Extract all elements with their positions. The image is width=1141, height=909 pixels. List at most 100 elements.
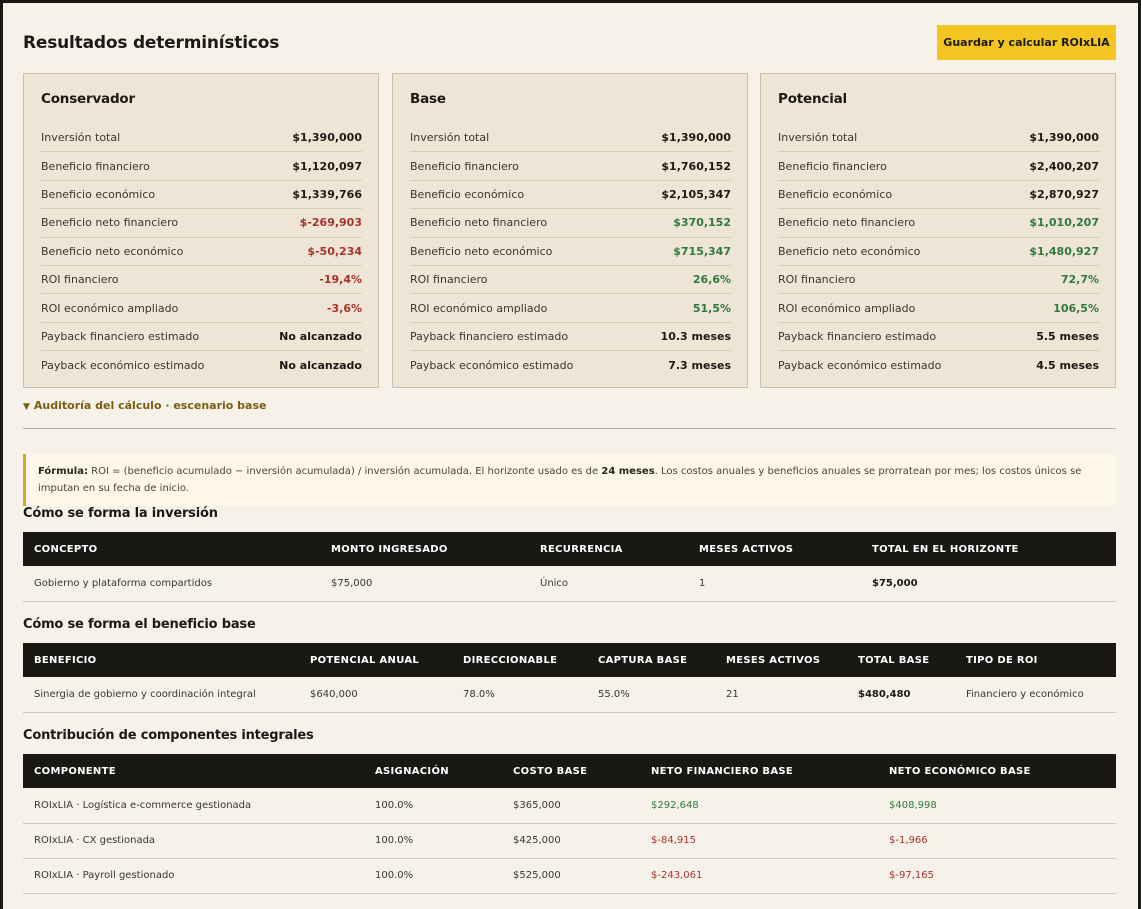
table-cell: $408,998 [878, 788, 1116, 824]
metric-label: Beneficio neto financiero [778, 216, 916, 230]
column-header: MESES ACTIVOS [715, 643, 847, 677]
components-section-title: Contribución de componentes integrales [23, 728, 314, 743]
audit-toggle[interactable]: ▼ Auditoría del cálculo · escenario base [23, 399, 266, 412]
metric-row: Beneficio neto financiero $1,010,207 [778, 209, 1099, 238]
metric-row: Beneficio financiero $1,760,152 [410, 152, 731, 181]
metric-value: $1,390,000 [661, 131, 731, 145]
table-cell: 1 [688, 566, 861, 602]
metric-row: ROI económico ampliado 51,5% [410, 294, 731, 323]
scenario-card-conservador: Conservador Inversión total $1,390,000 Be… [23, 73, 379, 388]
investment-section-title: Cómo se forma la inversión [23, 506, 218, 521]
column-header: COSTO BASE [502, 754, 640, 788]
table-cell: ROIxLIA · CX gestionada [23, 823, 364, 859]
table-cell: $480,480 [847, 677, 955, 713]
metric-row: Beneficio neto económico $1,480,927 [778, 238, 1099, 266]
metric-value: 7.3 meses [668, 358, 731, 372]
column-header: ASIGNACIÓN [364, 754, 502, 788]
metric-label: Inversión total [41, 131, 121, 145]
triangle-down-icon: ▼ [23, 402, 30, 412]
metric-label: ROI financiero [778, 273, 856, 287]
metric-row: Payback económico estimado 4.5 meses [778, 351, 1099, 379]
metric-label: ROI financiero [410, 273, 488, 287]
column-header: NETO ECONÓMICO BASE [878, 754, 1116, 788]
metric-row: Inversión total $1,390,000 [41, 124, 362, 153]
metric-value: $1,339,766 [292, 187, 362, 201]
metric-row: Beneficio neto económico $-50,234 [41, 238, 362, 266]
scenario-title: Conservador [41, 91, 135, 107]
metric-value: $370,152 [673, 216, 731, 230]
scenario-title: Potencial [778, 91, 847, 107]
scenario-title: Base [410, 91, 446, 107]
metric-row: Payback financiero estimado 5.5 meses [778, 323, 1099, 352]
benefit-table: BENEFICIO POTENCIAL ANUAL DIRECCIONABLE … [23, 643, 1116, 713]
table-cell: $-243,061 [640, 858, 878, 894]
metric-label: ROI económico ampliado [410, 301, 548, 315]
table-cell: $292,648 [640, 788, 878, 824]
metric-row: Beneficio financiero $2,400,207 [778, 152, 1099, 181]
metric-label: Inversión total [410, 131, 490, 145]
table-header-row: COMPONENTE ASIGNACIÓN COSTO BASE NETO FI… [23, 754, 1116, 788]
metric-row: Payback económico estimado No alcanzado [41, 351, 362, 379]
table-cell: ROIxLIA · Logística e-commerce gestionad… [23, 788, 364, 824]
metric-value: 26,6% [692, 273, 731, 287]
metric-value: No alcanzado [279, 329, 362, 343]
metric-label: Payback financiero estimado [41, 329, 200, 343]
metric-value: $2,870,927 [1029, 187, 1099, 201]
header: Resultados determinísticos Guardar y cal… [23, 25, 1116, 61]
metric-row: ROI económico ampliado 106,5% [778, 294, 1099, 323]
table-cell: ROIxLIA · Payroll gestionado [23, 858, 364, 894]
formula-label: Fórmula: [38, 466, 88, 477]
components-table: COMPONENTE ASIGNACIÓN COSTO BASE NETO FI… [23, 754, 1116, 894]
metric-row: Beneficio económico $2,870,927 [778, 181, 1099, 210]
table-cell: Gobierno y plataforma compartidos [23, 566, 320, 602]
scenario-card-potencial: Potencial Inversión total $1,390,000 Bene… [760, 73, 1116, 388]
metric-row: Beneficio neto financiero $370,152 [410, 209, 731, 238]
metric-label: ROI financiero [41, 273, 119, 287]
column-header: CAPTURA BASE [587, 643, 715, 677]
metric-label: Beneficio financiero [778, 159, 887, 173]
metric-value: $2,105,347 [661, 187, 731, 201]
metric-value: 51,5% [692, 301, 731, 315]
metric-value: $715,347 [673, 244, 731, 258]
table-row: ROIxLIA · Logística e-commerce gestionad… [23, 788, 1116, 824]
table-row: ROIxLIA · CX gestionada 100.0% $425,000 … [23, 823, 1116, 859]
metric-label: Payback económico estimado [410, 358, 574, 372]
table-cell: 21 [715, 677, 847, 713]
metric-value: $1,390,000 [1029, 131, 1099, 145]
metric-row: Beneficio económico $1,339,766 [41, 181, 362, 210]
column-header: POTENCIAL ANUAL [299, 643, 452, 677]
metric-value: 10.3 meses [660, 329, 731, 343]
table-cell: Financiero y económico [955, 677, 1116, 713]
metric-row: Beneficio financiero $1,120,097 [41, 152, 362, 181]
column-header: TIPO DE ROI [955, 643, 1116, 677]
page: Resultados determinísticos Guardar y cal… [3, 3, 1138, 909]
metric-label: Payback financiero estimado [778, 329, 937, 343]
divider [23, 428, 1116, 429]
metric-value: $1,120,097 [292, 159, 362, 173]
metric-value: $1,390,000 [292, 131, 362, 145]
benefit-section-title: Cómo se forma el beneficio base [23, 617, 256, 632]
metric-value: $1,010,207 [1029, 216, 1099, 230]
metric-label: ROI económico ampliado [41, 301, 179, 315]
table-cell: 100.0% [364, 788, 502, 824]
metric-value: $1,760,152 [661, 159, 731, 173]
column-header: DIRECCIONABLE [452, 643, 587, 677]
save-and-calculate-button[interactable]: Guardar y calcular ROIxLIA [937, 25, 1116, 60]
metric-label: Inversión total [778, 131, 858, 145]
metric-row: Payback financiero estimado 10.3 meses [410, 323, 731, 352]
metric-row: Inversión total $1,390,000 [778, 124, 1099, 153]
metric-value: $-50,234 [307, 244, 362, 258]
formula-horizon: 24 meses [601, 466, 655, 477]
metric-label: Beneficio neto económico [410, 244, 553, 258]
metric-value: $1,480,927 [1029, 244, 1099, 258]
table-cell: $75,000 [861, 566, 1116, 602]
metric-label: Payback económico estimado [778, 358, 942, 372]
table-cell: $-1,966 [878, 823, 1116, 859]
table-cell: $525,000 [502, 858, 640, 894]
metric-value: 5.5 meses [1036, 329, 1099, 343]
table-row: Sinergia de gobierno y coordinación inte… [23, 677, 1116, 713]
metric-label: Payback económico estimado [41, 358, 205, 372]
table-cell: 100.0% [364, 823, 502, 859]
metric-label: Payback financiero estimado [410, 329, 569, 343]
metric-row: ROI financiero -19,4% [41, 266, 362, 295]
